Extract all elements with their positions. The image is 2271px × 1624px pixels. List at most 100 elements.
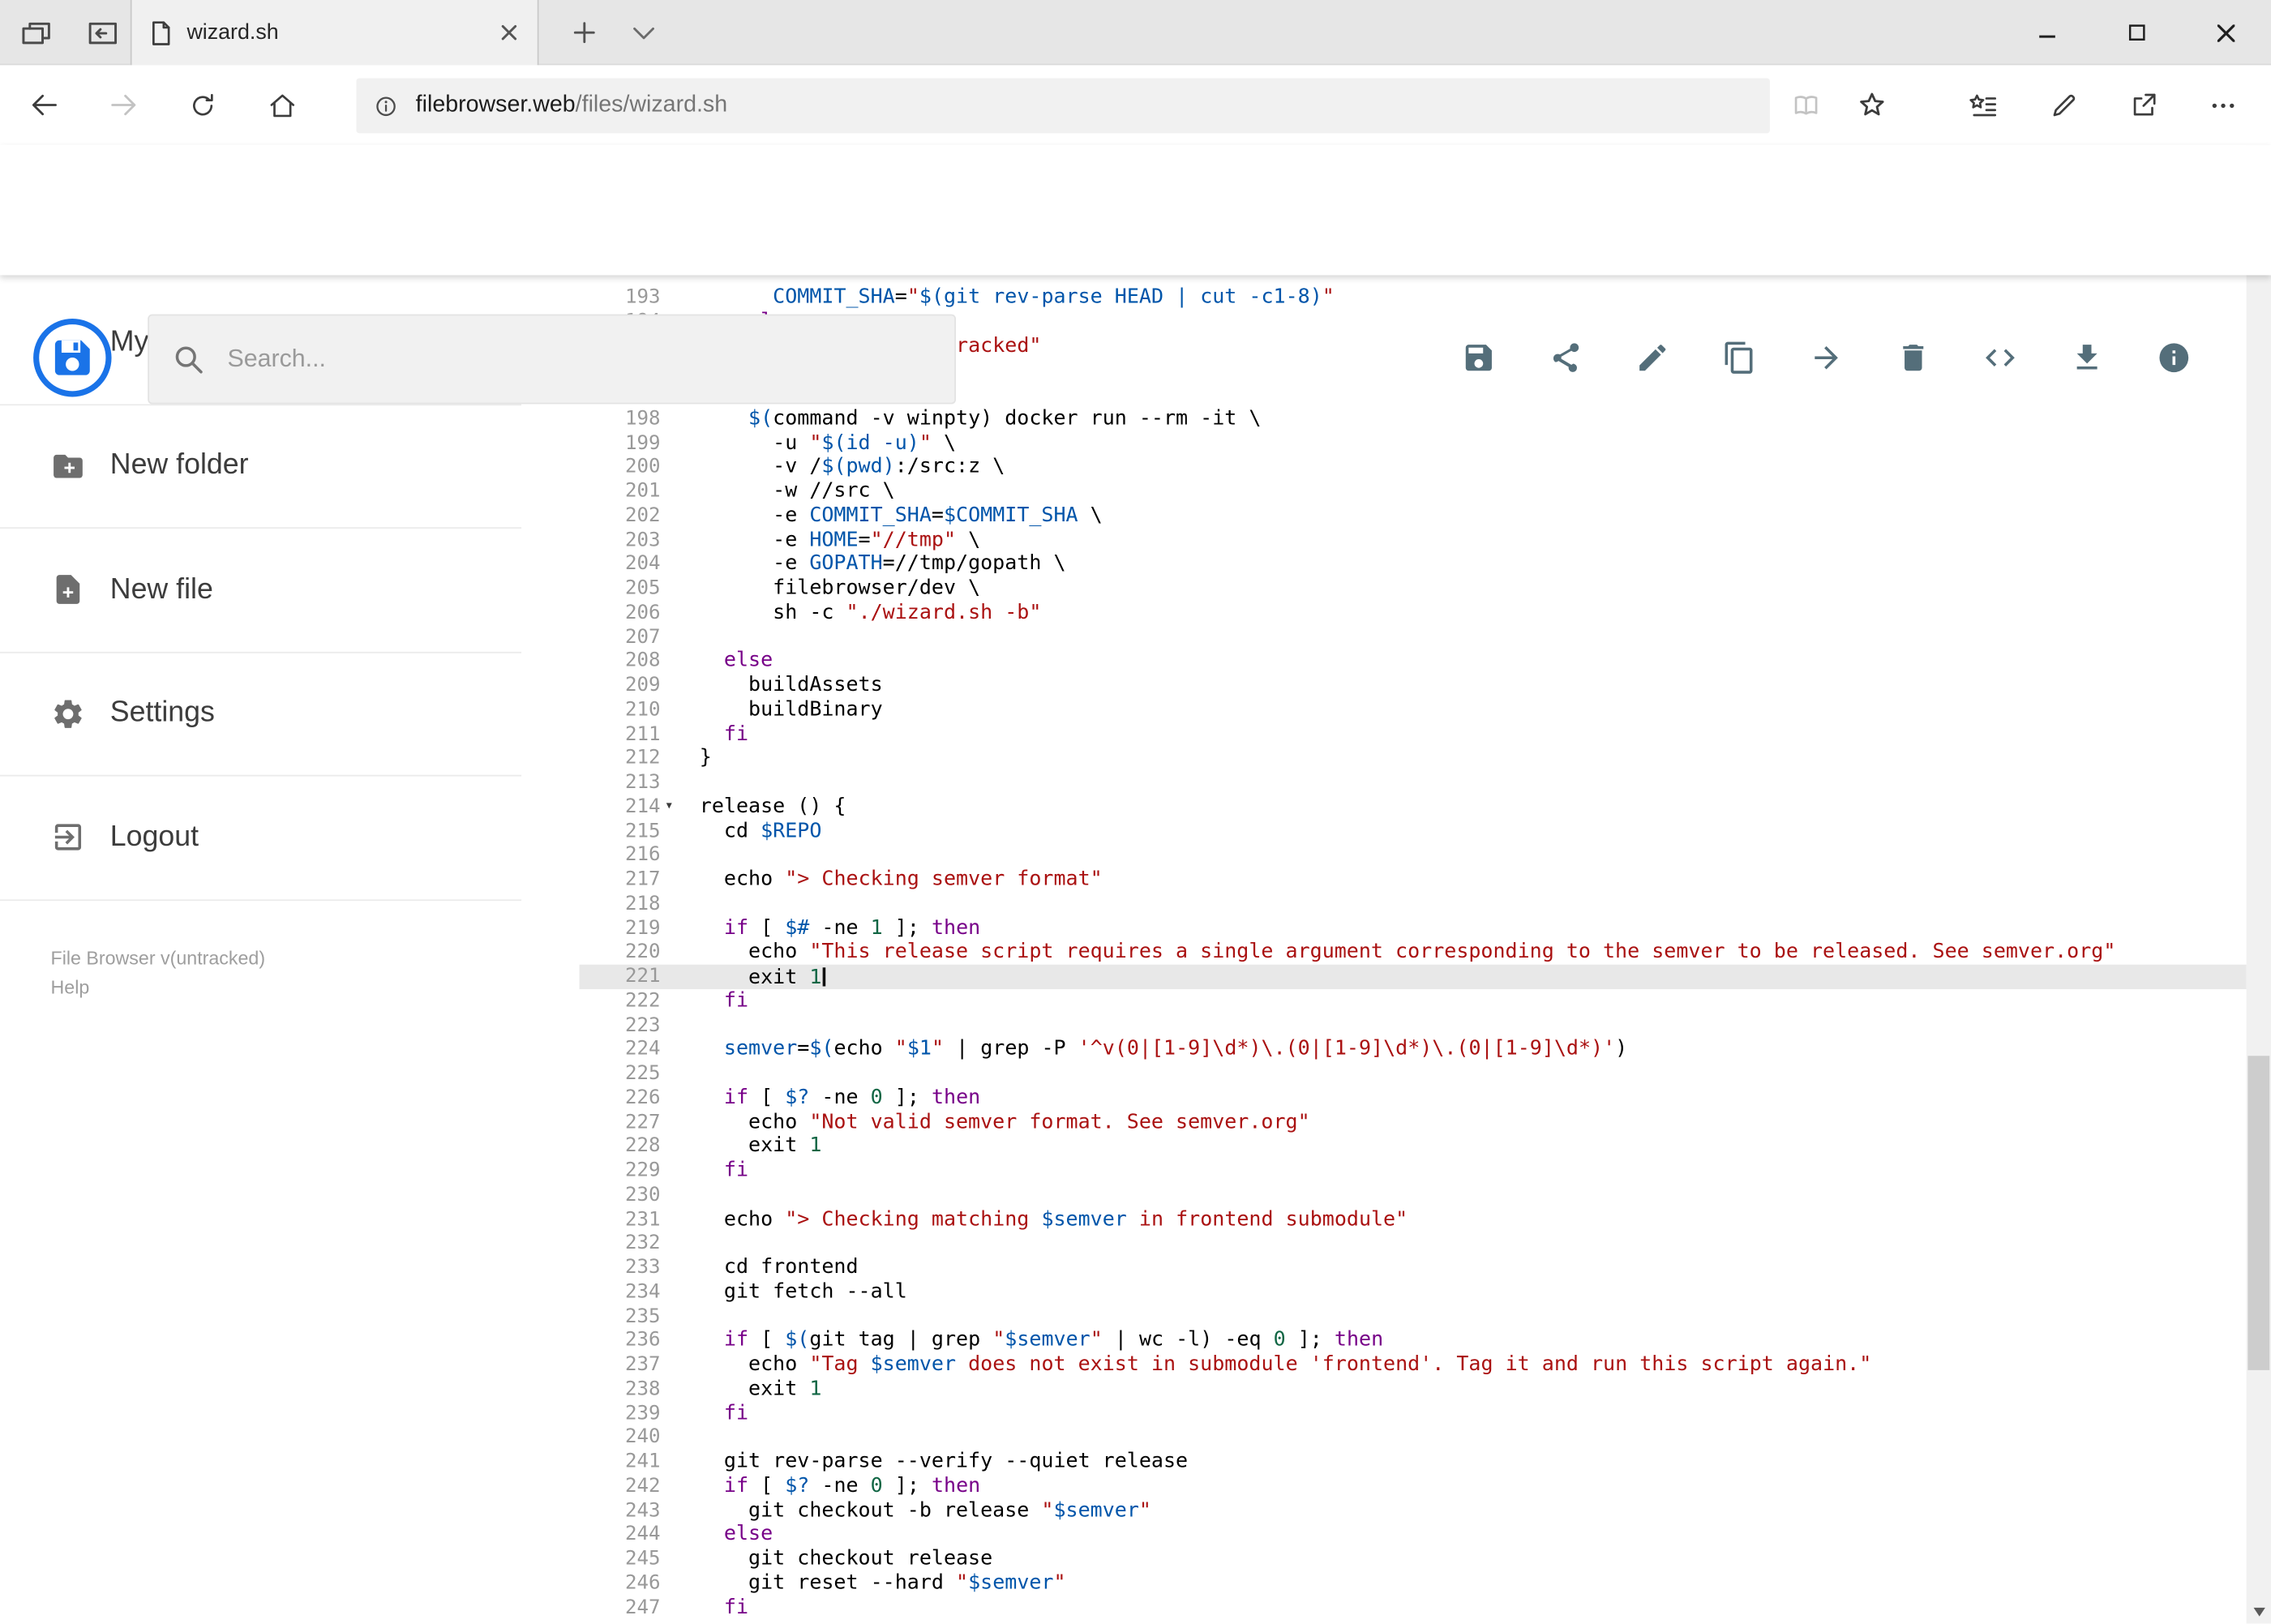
code-line[interactable]: cd $REPO <box>700 819 2247 843</box>
line-number[interactable]: 209 <box>580 674 661 698</box>
line-number[interactable]: 233 <box>580 1256 661 1280</box>
line-number[interactable]: 199 <box>580 431 661 455</box>
code-line[interactable] <box>700 892 2247 916</box>
code-line[interactable]: git checkout -b release "$semver" <box>700 1498 2247 1523</box>
line-number[interactable]: 211 <box>580 722 661 746</box>
line-number[interactable]: 214 <box>580 795 661 819</box>
line-number[interactable]: 231 <box>580 1207 661 1232</box>
line-number[interactable]: 232 <box>580 1232 661 1256</box>
code-line[interactable]: exit 1 <box>700 1377 2247 1401</box>
code-line[interactable]: -e HOME="//tmp" \ <box>700 528 2247 552</box>
line-number[interactable]: 237 <box>580 1352 661 1377</box>
code-line[interactable] <box>700 1061 2247 1086</box>
scroll-down-icon[interactable] <box>2247 1599 2271 1623</box>
code-line[interactable] <box>700 625 2247 649</box>
line-number[interactable]: 222 <box>580 989 661 1013</box>
line-number[interactable]: 218 <box>580 892 661 916</box>
code-line[interactable]: release () { <box>700 795 2247 819</box>
code-line[interactable]: cd frontend <box>700 1256 2247 1280</box>
code-line[interactable]: echo "Not valid semver format. See semve… <box>700 1110 2247 1134</box>
code-line[interactable]: fi <box>700 722 2247 746</box>
code-line[interactable]: $(command -v winpty) docker run --rm -it… <box>700 407 2247 431</box>
reading-view-icon[interactable] <box>1789 88 1823 122</box>
line-number[interactable]: 235 <box>580 1305 661 1329</box>
code-line[interactable]: else <box>700 649 2247 674</box>
line-number[interactable]: 228 <box>580 1134 661 1159</box>
copy-button[interactable] <box>1722 341 1757 375</box>
code-line[interactable]: if [ $? -ne 0 ]; then <box>700 1474 2247 1498</box>
back-icon[interactable] <box>11 65 75 144</box>
maximize-button[interactable] <box>2091 0 2181 65</box>
code-line[interactable]: buildBinary <box>700 698 2247 722</box>
line-number[interactable]: 238 <box>580 1377 661 1401</box>
code-line[interactable]: echo "This release script requires a sin… <box>700 941 2247 965</box>
annotate-pen-icon[interactable] <box>2046 88 2081 122</box>
line-number[interactable]: 213 <box>580 770 661 795</box>
line-number[interactable]: 210 <box>580 698 661 722</box>
line-number[interactable]: 225 <box>580 1061 661 1086</box>
line-number[interactable]: 242 <box>580 1474 661 1498</box>
line-number[interactable]: 243 <box>580 1498 661 1523</box>
share-page-icon[interactable] <box>2126 88 2161 122</box>
download-button[interactable] <box>2070 341 2105 375</box>
delete-button[interactable] <box>1896 341 1930 375</box>
favorite-star-icon[interactable] <box>1854 88 1889 122</box>
tab-preview-panel-icon[interactable] <box>81 12 125 53</box>
sidebar-item-new-file[interactable]: New file <box>0 529 522 653</box>
line-number[interactable]: 223 <box>580 1013 661 1038</box>
code-line[interactable]: fi <box>700 1159 2247 1183</box>
line-number[interactable]: 229 <box>580 1159 661 1183</box>
line-number[interactable]: 234 <box>580 1280 661 1305</box>
line-number[interactable]: 220 <box>580 941 661 965</box>
code-line[interactable] <box>700 1425 2247 1450</box>
code-line[interactable]: if [ $# -ne 1 ]; then <box>700 916 2247 941</box>
code-line[interactable]: git reset --hard "$semver" <box>700 1571 2247 1596</box>
show-tab-previews-icon[interactable] <box>614 0 671 65</box>
line-number[interactable]: 240 <box>580 1425 661 1450</box>
line-number[interactable]: 203 <box>580 528 661 552</box>
code-line[interactable]: exit 1 <box>700 1134 2247 1159</box>
line-number[interactable]: 215 <box>580 819 661 843</box>
line-number[interactable]: 227 <box>580 1110 661 1134</box>
move-button[interactable] <box>1809 341 1844 375</box>
line-number[interactable]: 239 <box>580 1401 661 1425</box>
new-tab-icon[interactable] <box>553 0 614 65</box>
tabs-set-aside-icon[interactable] <box>15 12 58 53</box>
code-line[interactable]: -v /$(pwd):/src:z \ <box>700 455 2247 479</box>
code-line[interactable] <box>700 1013 2247 1038</box>
line-number[interactable]: 244 <box>580 1523 661 1547</box>
code-line[interactable]: fi <box>700 989 2247 1013</box>
code-line[interactable]: echo "> Checking semver format" <box>700 868 2247 892</box>
code-line[interactable]: -w //src \ <box>700 479 2247 503</box>
code-line[interactable]: semver=$(echo "$1" | grep -P '^v(0|[1-9]… <box>700 1037 2247 1061</box>
code-line[interactable]: buildAssets <box>700 674 2247 698</box>
code-line[interactable]: COMMIT_SHA="$(git rev-parse HEAD | cut -… <box>700 285 2247 310</box>
sidebar-item-settings[interactable]: Settings <box>0 653 522 777</box>
line-number[interactable]: 236 <box>580 1329 661 1353</box>
code-line[interactable]: -e COMMIT_SHA=$COMMIT_SHA \ <box>700 503 2247 528</box>
code-line[interactable]: -u "$(id -u)" \ <box>700 431 2247 455</box>
scrollbar-thumb[interactable] <box>2247 1056 2270 1370</box>
code-line[interactable]: sh -c "./wizard.sh -b" <box>700 601 2247 625</box>
code-line[interactable]: if [ $? -ne 0 ]; then <box>700 1086 2247 1110</box>
line-number[interactable]: 205 <box>580 576 661 601</box>
line-number[interactable]: 224 <box>580 1037 661 1061</box>
code-line[interactable] <box>700 1232 2247 1256</box>
sidebar-item-new-folder[interactable]: New folder <box>0 405 522 529</box>
code-line[interactable] <box>700 1183 2247 1207</box>
scrollbar[interactable] <box>2246 144 2271 1624</box>
close-window-button[interactable] <box>2181 0 2271 65</box>
code-line[interactable]: git fetch --all <box>700 1280 2247 1305</box>
share-button[interactable] <box>1549 341 1583 375</box>
minimize-button[interactable] <box>2002 0 2092 65</box>
code-editor[interactable]: 193 COMMIT_SHA="$(git rev-parse HEAD | c… <box>579 275 2247 1624</box>
line-number[interactable]: 226 <box>580 1086 661 1110</box>
line-number[interactable]: 217 <box>580 868 661 892</box>
code-line[interactable]: echo "> Checking matching $semver in fro… <box>700 1207 2247 1232</box>
save-button[interactable] <box>1461 341 1496 375</box>
code-line[interactable]: fi <box>700 1401 2247 1425</box>
code-line[interactable] <box>700 843 2247 868</box>
tab-close-icon[interactable] <box>497 21 521 45</box>
line-number[interactable]: 202 <box>580 503 661 528</box>
search-box[interactable] <box>148 314 956 405</box>
